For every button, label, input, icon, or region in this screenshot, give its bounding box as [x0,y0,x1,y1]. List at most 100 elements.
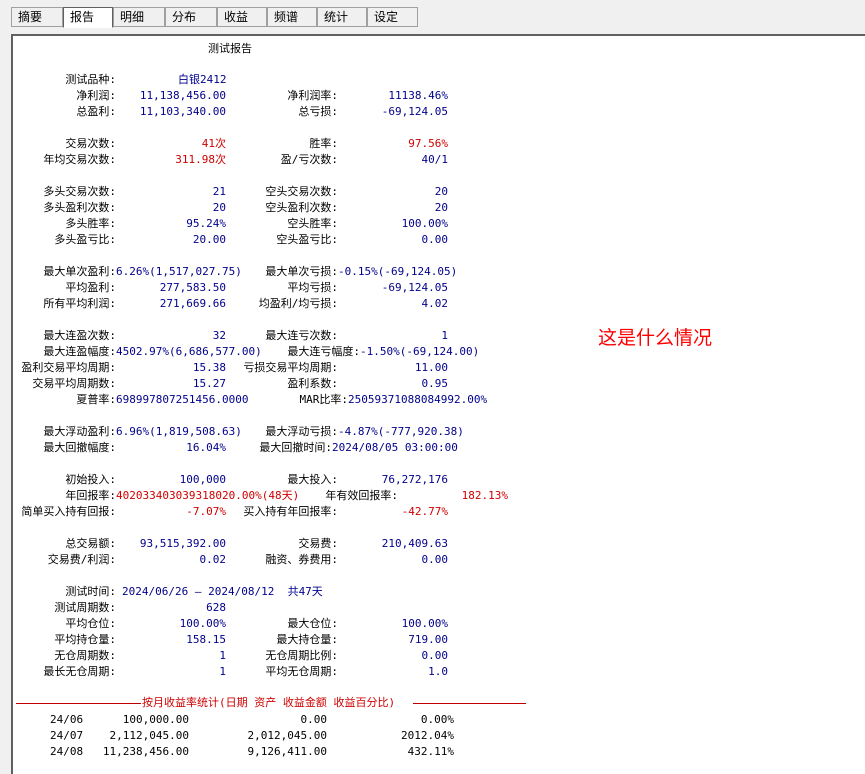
short-win-rate-value: 100.00% [401,217,448,230]
short-wins-label: 空头盈利次数: [265,201,338,214]
bh-return-value: -7.07% [186,505,226,518]
net-profit-rate-label: 净利润率: [287,89,338,102]
long-pl-ratio-value: 20.00 [192,233,226,246]
max-position-label: 最大仓位: [287,617,338,630]
long-pl-ratio-label: 多头盈亏比: [54,233,116,246]
bh-annual-return-label: 买入持有年回报率: [243,505,338,518]
test-time-label: 测试时间: [65,585,116,598]
monthly-row-date: 24/07 [50,729,84,742]
max-position-value: 100.00% [401,617,448,630]
tab-report[interactable]: 报告 [63,7,113,28]
max-single-win-label: 最大单次盈利: [43,265,116,278]
max-single-win-value: 6.26%(1,517,027.75) [116,265,242,278]
tab-returns[interactable]: 收益 [217,7,267,27]
avg-flat-label: 平均无仓周期: [265,665,338,678]
annual-trades-label: 年均交易次数: [43,153,116,166]
financing-fee-label: 融资、券费用: [265,553,338,566]
max-float-loss-value: -4.87%(-777,920.38) [338,425,464,438]
max-drawdown-time-label: 最大回撤时间: [259,441,332,454]
monthly-header: 按月收益率统计(日期 资产 收益金额 收益百分比) [142,696,396,709]
long-wins-label: 多头盈利次数: [43,201,116,214]
flat-ratio-label: 无仓周期比例: [265,649,338,662]
net-profit-rate-value: 11138.46% [388,89,448,102]
annual-effective-return-value: 182.13% [461,489,508,502]
annotation-note: 这是什么情况 [598,327,713,349]
long-wins-value: 20 [212,201,226,214]
short-win-rate-label: 空头胜率: [287,217,338,230]
long-win-rate-label: 多头胜率: [65,217,116,230]
annual-effective-return-label: 年有效回报率: [325,489,398,502]
tab-distribution[interactable]: 分布 [165,7,217,27]
fee-value: 210,409.63 [381,537,448,550]
gross-profit-value: 11,103,340.00 [139,105,226,118]
loss-avg-period-value: 11.00 [414,361,448,374]
monthly-row-date: 24/06 [50,713,84,726]
max-single-loss-value: -0.15%(-69,124.05) [338,265,458,278]
monthly-row-date: 24/08 [50,745,84,758]
tab-detail[interactable]: 明细 [113,7,165,27]
max-holding-label: 最大持仓量: [276,633,338,646]
mar-value: 25059371088084992.00% [348,393,488,406]
flat-periods-label: 无仓周期数: [54,649,116,662]
loss-avg-period-label: 亏损交易平均周期: [243,361,338,374]
monthly-row-profit: 9,126,411.00 [247,745,327,758]
monthly-row-profit: 2,012,045.00 [247,729,327,742]
trades-label: 交易次数: [65,137,116,150]
profit-factor-value: 0.95 [421,377,449,390]
longest-flat-label: 最长无仓周期: [43,665,116,678]
monthly-row-pct: 432.11% [407,745,454,758]
avg-win-value: 277,583.50 [159,281,226,294]
annual-return-label: 年回报率: [65,489,116,502]
max-consec-loss-amp-value: -1.50%(-69,124.00) [360,345,480,358]
test-periods-value: 628 [206,601,226,614]
long-trades-label: 多头交易次数: [43,185,116,198]
max-drawdown-label: 最大回撤幅度: [43,441,116,454]
trade-avg-period-label: 交易平均周期数: [32,377,116,390]
short-pl-ratio-value: 0.00 [421,233,449,246]
win-avg-period-value: 15.38 [192,361,226,374]
avg-win-label: 平均盈利: [65,281,116,294]
short-trades-value: 20 [434,185,448,198]
product-value: 白银2412 [178,73,227,86]
max-capital-label: 最大投入: [287,473,338,486]
longest-flat-value: 1 [219,665,226,678]
flat-ratio-value: 0.00 [421,649,449,662]
avg-profit-all-label: 所有平均利润: [43,297,116,310]
avg-position-label: 平均仓位: [65,617,116,630]
win-avg-period-label: 盈利交易平均周期: [21,361,116,374]
tab-spectrum[interactable]: 频谱 [267,7,317,27]
test-periods-label: 测试周期数: [54,601,116,614]
sharpe-label: 夏普率: [76,393,116,406]
avg-loss-value: -69,124.05 [381,281,448,294]
avg-loss-label: 平均亏损: [287,281,338,294]
trade-avg-period-value: 15.27 [192,377,226,390]
net-profit-label: 净利润: [76,89,116,102]
mar-label: MAR比率: [299,393,349,406]
monthly-row-assets: 11,238,456.00 [102,745,189,758]
turnover-value: 93,515,392.00 [139,537,226,550]
short-wins-value: 20 [434,201,448,214]
bh-return-label: 简单买入持有回报: [21,505,116,518]
tab-summary[interactable]: 摘要 [11,7,63,27]
max-holding-value: 719.00 [408,633,448,646]
tab-bar: 摘要 报告 明细 分布 收益 频谱 统计 设定 [0,0,865,34]
max-consec-win-amp-value: 4502.97%(6,686,577.00) [116,345,262,358]
avg-position-value: 100.00% [179,617,226,630]
tab-settings[interactable]: 设定 [367,7,418,27]
monthly-row-pct: 0.00% [420,713,454,726]
long-win-rate-value: 95.24% [186,217,226,230]
max-consec-losses-label: 最大连亏次数: [265,329,338,342]
monthly-row-pct: 2012.04% [401,729,454,742]
max-single-loss-label: 最大单次亏损: [265,265,338,278]
financing-fee-value: 0.00 [421,553,449,566]
annual-return-value: 402033403039318020.00%(48天) [116,489,300,502]
win-rate-value: 97.56% [408,137,448,150]
tab-statistics[interactable]: 统计 [317,7,367,27]
bh-annual-return-value: -42.77% [401,505,448,518]
initial-capital-value: 100,000 [179,473,226,486]
report-content: 测试报告 测试品种: 白银2412 净利润: 11,138,456.00 净利润… [13,36,865,772]
avg-flat-value: 1.0 [428,665,448,678]
max-consec-loss-amp-label: 最大连亏幅度: [287,345,360,358]
net-profit-value: 11,138,456.00 [139,89,226,102]
report-panel[interactable]: 测试报告 测试品种: 白银2412 净利润: 11,138,456.00 净利润… [11,34,865,774]
